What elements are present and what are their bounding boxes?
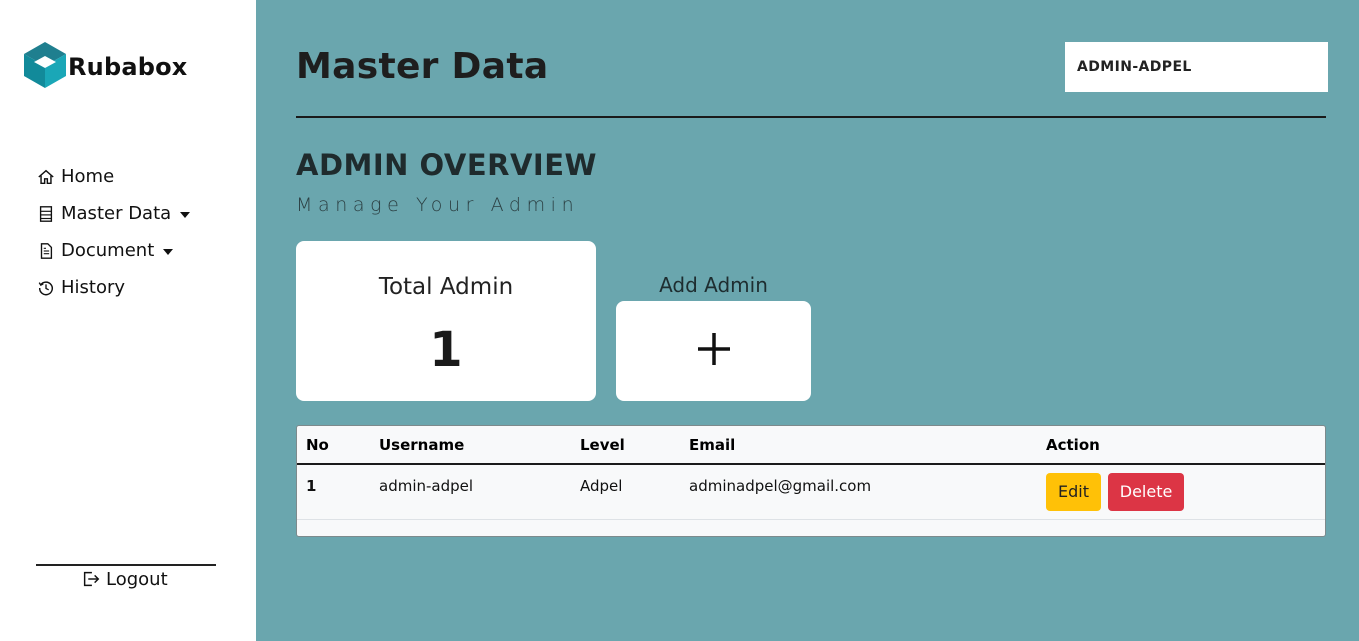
sidebar-item-label: Home [61,166,115,187]
sidebar-item-label: Document [61,240,155,261]
cell-username: admin-adpel [379,477,474,495]
sidebar-item-label: History [61,277,126,298]
document-icon [36,241,56,261]
history-icon [36,278,56,298]
sidebar-item-home[interactable]: Home [36,158,190,195]
sidebar-item-master-data[interactable]: Master Data [36,195,191,232]
header-divider [296,116,1326,118]
current-user-badge[interactable]: ADMIN-ADPEL [1065,42,1328,92]
sidebar-item-history[interactable]: History [36,269,190,306]
sidebar-nav: Home Master Data Document History [36,158,191,306]
logout-icon [80,568,102,590]
brand-name: Rubabox [68,53,188,81]
admin-table: No Username Level Email Action 1 admin-a… [296,425,1326,537]
total-admin-label: Total Admin [378,274,514,300]
plus-icon [696,331,732,371]
column-header-username: Username [379,435,465,454]
logout-divider [36,564,216,566]
column-header-level: Level [580,435,625,454]
logout-label: Logout [106,568,168,590]
server-icon [36,204,56,224]
table-header-row: No Username Level Email Action [297,426,1325,464]
delete-button[interactable]: Delete [1107,473,1185,511]
column-header-no: No [306,435,329,454]
sidebar-item-document[interactable]: Document [36,232,190,269]
total-admin-value: 1 [429,322,463,378]
chevron-down-icon [180,211,191,218]
logout-button[interactable]: Logout [80,568,168,590]
add-admin-button[interactable] [616,301,811,401]
home-icon [36,167,56,187]
table-row: 1 admin-adpel Adpel adminadpel@gmail.com… [297,464,1325,519]
cell-email: adminadpel@gmail.com [689,477,872,495]
cell-level: Adpel [580,477,623,495]
sidebar: Rubabox Home Master Data Document Histor… [0,0,256,641]
column-header-email: Email [689,435,736,454]
section-title: ADMIN OVERVIEW [296,148,598,182]
cell-no: 1 [306,477,317,495]
brand-logo[interactable]: Rubabox [20,40,188,94]
column-header-action: Action [1046,435,1100,454]
cell-action: Edit Delete [1037,464,1325,519]
page-title: Master Data [296,46,549,87]
chevron-down-icon [163,248,174,255]
add-admin-label: Add Admin [659,273,768,297]
sidebar-item-label: Master Data [61,203,172,224]
section-subtitle: Manage Your Admin [296,194,580,216]
cube-logo-icon [20,40,70,94]
edit-button[interactable]: Edit [1046,473,1101,511]
